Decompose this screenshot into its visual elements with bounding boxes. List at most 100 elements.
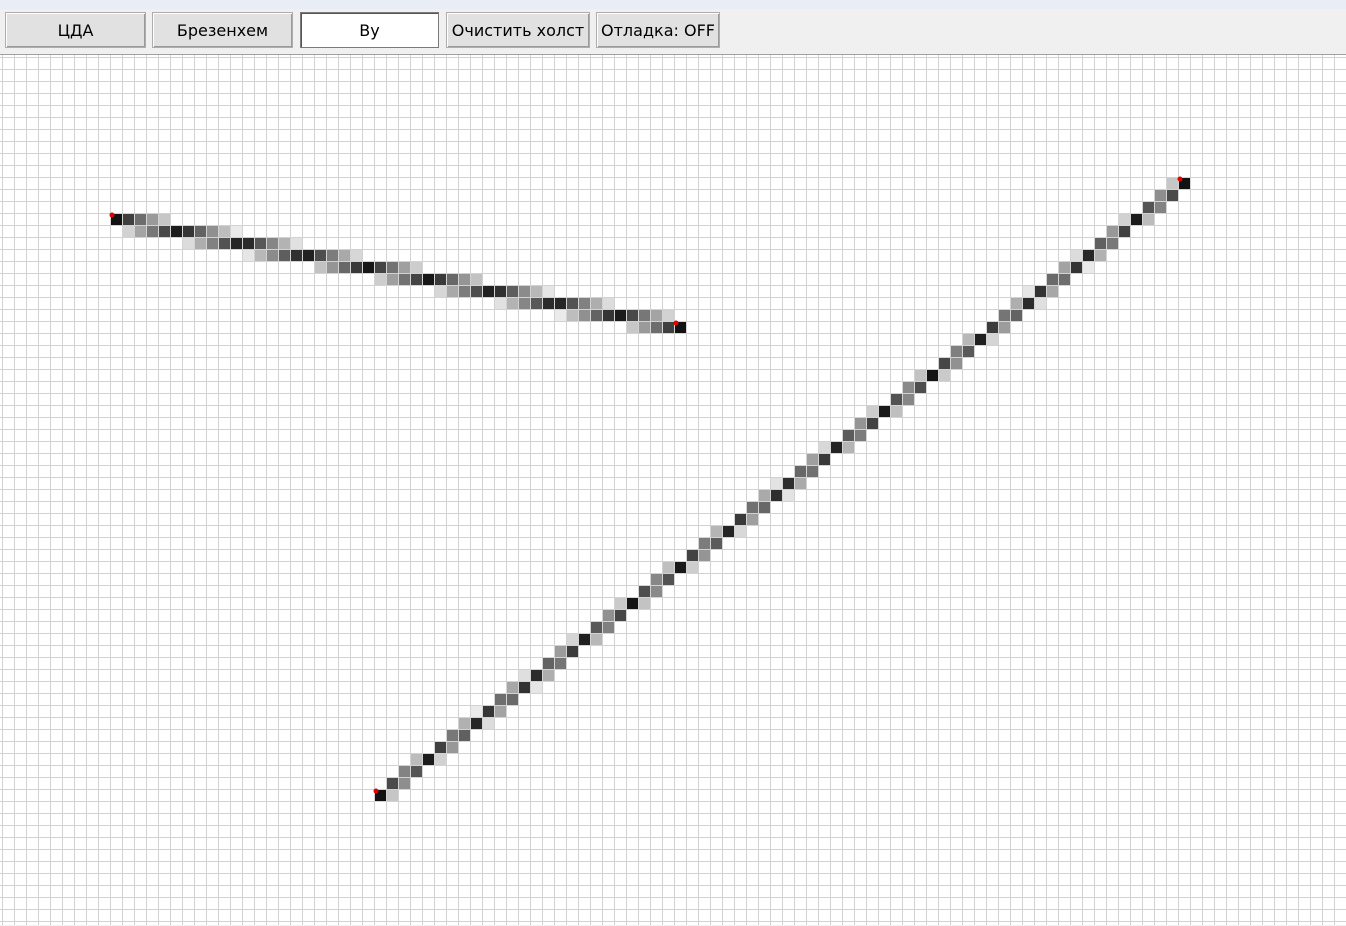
clear-canvas-button[interactable]: Очистить холст	[446, 12, 590, 48]
line-pixel	[519, 682, 530, 693]
debug-toggle-button[interactable]: Отладка: OFF	[596, 12, 720, 48]
line-pixel	[207, 226, 218, 237]
wu-button[interactable]: Ву	[300, 12, 439, 48]
line-pixel	[447, 274, 458, 285]
line-pixel	[555, 658, 566, 669]
line-pixel	[591, 298, 602, 309]
line-pixel	[543, 298, 554, 309]
line-pixel	[1107, 238, 1118, 249]
line-pixel	[891, 394, 902, 405]
line-pixel	[999, 322, 1010, 333]
line-pixel	[1023, 298, 1034, 309]
line-pixel	[987, 322, 998, 333]
line-pixel	[279, 238, 290, 249]
line-pixel	[867, 418, 878, 429]
line-pixel	[1119, 226, 1130, 237]
line-pixel	[579, 634, 590, 645]
window-title-strip	[0, 0, 1346, 9]
line-pixel	[747, 514, 758, 525]
line-pixel	[951, 358, 962, 369]
line-pixel	[375, 274, 386, 285]
line-pixel	[939, 370, 950, 381]
line-pixel	[603, 298, 614, 309]
line-pixel	[735, 526, 746, 537]
line-pixel	[975, 334, 986, 345]
line-pixel	[411, 766, 422, 777]
line-pixel	[711, 526, 722, 537]
line-pixel	[771, 490, 782, 501]
line-pixel	[663, 310, 674, 321]
line-pixel	[1071, 262, 1082, 273]
line-pixel	[795, 478, 806, 489]
line-pixel	[783, 478, 794, 489]
line-pixel	[747, 502, 758, 513]
line-pixel	[603, 610, 614, 621]
drawing-canvas[interactable]	[0, 54, 1346, 925]
line-pixel	[519, 298, 530, 309]
line-pixel	[135, 226, 146, 237]
line-pixel	[591, 622, 602, 633]
line-pixel	[651, 574, 662, 585]
line-pixel	[411, 754, 422, 765]
line-pixel	[1167, 190, 1178, 201]
bresenham-button[interactable]: Брезенхем	[152, 12, 293, 48]
line-pixel	[1167, 178, 1178, 189]
line-pixel	[159, 226, 170, 237]
line-pixel	[303, 250, 314, 261]
line-pixel	[387, 274, 398, 285]
line-pixel	[567, 310, 578, 321]
line-pixel	[483, 718, 494, 729]
line-pixel	[387, 262, 398, 273]
line-pixel	[795, 466, 806, 477]
line-pixel	[1071, 250, 1082, 261]
line-pixel	[375, 262, 386, 273]
line-pixel	[651, 310, 662, 321]
line-pixel	[267, 250, 278, 261]
line-pixel	[399, 274, 410, 285]
line-pixel	[891, 406, 902, 417]
line-pixel	[903, 382, 914, 393]
line-pixel	[495, 286, 506, 297]
line-pixel	[435, 754, 446, 765]
line-pixel	[183, 238, 194, 249]
line-pixel	[1035, 286, 1046, 297]
line-pixel	[447, 742, 458, 753]
line-pixel	[231, 238, 242, 249]
line-pixel	[627, 310, 638, 321]
line-pixel	[651, 586, 662, 597]
line-pixel	[1083, 250, 1094, 261]
line-pixel	[903, 394, 914, 405]
line-pixel	[507, 298, 518, 309]
line-pixel	[1059, 262, 1070, 273]
line-pixel	[159, 214, 170, 225]
line-pixel	[639, 586, 650, 597]
line-pixel	[243, 238, 254, 249]
line-pixel	[435, 286, 446, 297]
line-pixel	[699, 550, 710, 561]
line-pixel	[1011, 310, 1022, 321]
line-pixel	[819, 442, 830, 453]
line-pixel	[1107, 226, 1118, 237]
line-pixel	[1155, 190, 1166, 201]
line-pixel	[183, 226, 194, 237]
line-pixel	[603, 622, 614, 633]
line-pixel	[339, 262, 350, 273]
dda-button[interactable]: ЦДА	[5, 12, 146, 48]
line-pixel	[435, 742, 446, 753]
line-pixel	[663, 322, 674, 333]
line-pixel	[843, 430, 854, 441]
line-pixel	[255, 238, 266, 249]
line-pixel	[507, 286, 518, 297]
line-pixel	[927, 370, 938, 381]
line-pixel	[147, 214, 158, 225]
line-pixel	[915, 370, 926, 381]
line-pixel	[639, 310, 650, 321]
line-pixel	[195, 238, 206, 249]
line-pixel	[351, 262, 362, 273]
line-pixel	[567, 298, 578, 309]
line-pixel	[327, 250, 338, 261]
endpoint-marker	[673, 320, 679, 326]
line-pixel	[123, 226, 134, 237]
line-pixel	[663, 574, 674, 585]
line-pixel	[759, 490, 770, 501]
